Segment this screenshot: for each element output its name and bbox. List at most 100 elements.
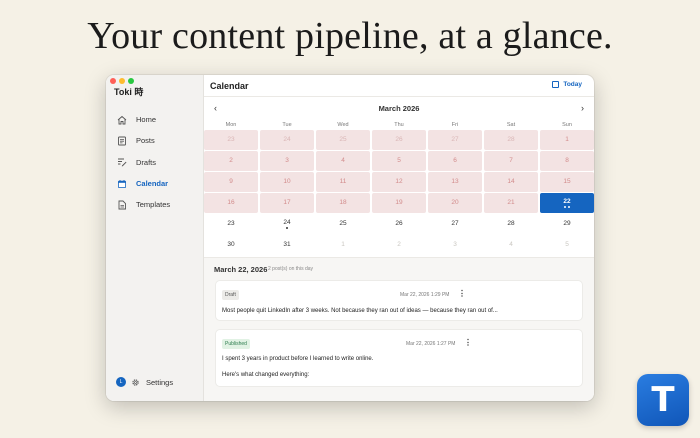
calendar-day[interactable]: 15	[540, 172, 594, 192]
calendar-day[interactable]: 27	[428, 214, 482, 234]
weekday-label: Mon	[225, 122, 237, 128]
calendar-day[interactable]: 4	[484, 235, 538, 255]
day-number: 31	[283, 241, 291, 249]
day-number: 17	[283, 199, 291, 207]
zoom-window-button[interactable]	[128, 78, 134, 84]
day-number: 25	[339, 136, 347, 144]
day-number: 23	[227, 136, 235, 144]
calendar-day[interactable]: 9	[204, 172, 258, 192]
calendar-day[interactable]: 8	[540, 151, 594, 171]
calendar-day[interactable]: 29	[540, 214, 594, 234]
day-number: 7	[509, 157, 513, 165]
post-date: Mar 22, 2026 1:29 PM	[400, 292, 450, 298]
calendar-day[interactable]: 20	[428, 193, 482, 213]
calendar-day[interactable]: 3	[260, 151, 314, 171]
day-number: 16	[227, 199, 235, 207]
calendar-day[interactable]: 28	[484, 214, 538, 234]
calendar-day[interactable]: 23	[204, 214, 258, 234]
day-number: 11	[339, 178, 347, 186]
day-detail: March 22, 2026 2 post(s) on this day Dra…	[204, 257, 594, 401]
calendar-day[interactable]: 25	[316, 130, 370, 150]
calendar-day[interactable]: 18	[316, 193, 370, 213]
calendar-day[interactable]: 21	[484, 193, 538, 213]
calendar-day[interactable]: 19	[372, 193, 426, 213]
post-count: 2 post(s) on this day	[268, 266, 314, 272]
sidebar-item-drafts[interactable]: Drafts	[110, 152, 200, 173]
calendar-day[interactable]: 31	[260, 235, 314, 255]
calendar-day[interactable]: 13	[428, 172, 482, 192]
post-card[interactable]: Published Mar 22, 2026 1:27 PM ⋮ I spent…	[216, 330, 582, 386]
day-number: 19	[395, 199, 403, 207]
today-button[interactable]: Today	[552, 81, 582, 88]
calendar-day[interactable]: 10	[260, 172, 314, 192]
day-number: 26	[395, 136, 403, 144]
day-number: 21	[507, 199, 515, 207]
weekday-label: Thu	[394, 122, 404, 128]
calendar-day[interactable]: 2	[204, 151, 258, 171]
calendar-day[interactable]: 26	[372, 214, 426, 234]
day-number: 15	[563, 178, 571, 186]
calendar-day[interactable]: 23	[204, 130, 258, 150]
calendar-day[interactable]: 26	[372, 130, 426, 150]
next-month-button[interactable]: ›	[581, 103, 584, 113]
close-window-button[interactable]	[110, 78, 116, 84]
app-window: Toki 時 Home Posts Drafts Calendar Templa…	[106, 75, 594, 401]
day-number: 24	[283, 218, 291, 226]
avatar[interactable]: L	[116, 377, 126, 387]
calendar-day[interactable]: 30	[204, 235, 258, 255]
day-number: 27	[451, 220, 459, 228]
day-number: 20	[451, 199, 459, 207]
calendar-day[interactable]: 1	[316, 235, 370, 255]
calendar-day[interactable]: 17	[260, 193, 314, 213]
headline: Your content pipeline, at a glance.	[87, 15, 613, 57]
calendar-day[interactable]: 14	[484, 172, 538, 192]
day-number: 3	[285, 157, 289, 165]
day-number: 27	[451, 136, 459, 144]
day-number: 28	[507, 136, 515, 144]
calendar-day[interactable]: 1	[540, 130, 594, 150]
calendar-grid: 23 24 25 26 27 28 1 2 3 4 5 6 7 8 9 10 11 12 13 14 15 16 17 18 1…	[204, 130, 594, 256]
post-dot	[286, 226, 288, 229]
minimize-window-button[interactable]	[119, 78, 125, 84]
sidebar-item-posts[interactable]: Posts	[110, 130, 200, 151]
calendar-day[interactable]: 12	[372, 172, 426, 192]
drafts-icon	[116, 156, 128, 168]
more-options-icon[interactable]: ⋮	[458, 289, 466, 298]
calendar-day[interactable]: 25	[316, 214, 370, 234]
calendar-day[interactable]: 7	[484, 151, 538, 171]
more-options-icon[interactable]: ⋮	[464, 338, 472, 347]
sidebar-item-templates[interactable]: Templates	[110, 194, 200, 215]
day-number: 28	[507, 220, 515, 228]
app-icon-glyph: T	[651, 380, 675, 420]
calendar-day[interactable]: 6	[428, 151, 482, 171]
day-number: 4	[341, 157, 345, 165]
day-number: 14	[507, 178, 515, 186]
day-number: 3	[453, 241, 457, 249]
calendar-day[interactable]: 5	[372, 151, 426, 171]
sidebar-item-home[interactable]: Home	[110, 109, 200, 130]
main-content: Calendar Today ‹ March 2026 › Mon Tue Wed T…	[204, 75, 594, 401]
app-title: Toki 時	[114, 87, 144, 97]
day-number: 5	[397, 157, 401, 165]
calendar-day[interactable]: 24	[260, 130, 314, 150]
calendar-day[interactable]: 3	[428, 235, 482, 255]
calendar-day[interactable]: 11	[316, 172, 370, 192]
calendar-day[interactable]: 28	[484, 130, 538, 150]
traffic-lights	[110, 78, 134, 84]
sidebar-item-calendar[interactable]: Calendar	[110, 173, 200, 194]
post-card[interactable]: Draft Mar 22, 2026 1:29 PM ⋮ Most people…	[216, 281, 582, 320]
day-number: 30	[227, 241, 235, 249]
calendar-day[interactable]: 16	[204, 193, 258, 213]
calendar-day[interactable]: 24	[260, 214, 314, 234]
month-navigation: ‹ March 2026 ›	[204, 103, 594, 115]
calendar-day[interactable]: 4	[316, 151, 370, 171]
weekday-label: Tue	[282, 122, 292, 128]
day-number: 25	[339, 220, 347, 228]
calendar-day[interactable]: 5	[540, 235, 594, 255]
settings-button[interactable]: L Settings	[116, 377, 173, 387]
today-label: Today	[563, 81, 582, 88]
calendar-day[interactable]: 27	[428, 130, 482, 150]
calendar-day[interactable]: 2	[372, 235, 426, 255]
calendar-day-selected[interactable]: 22	[540, 193, 594, 213]
settings-label: Settings	[146, 377, 174, 387]
